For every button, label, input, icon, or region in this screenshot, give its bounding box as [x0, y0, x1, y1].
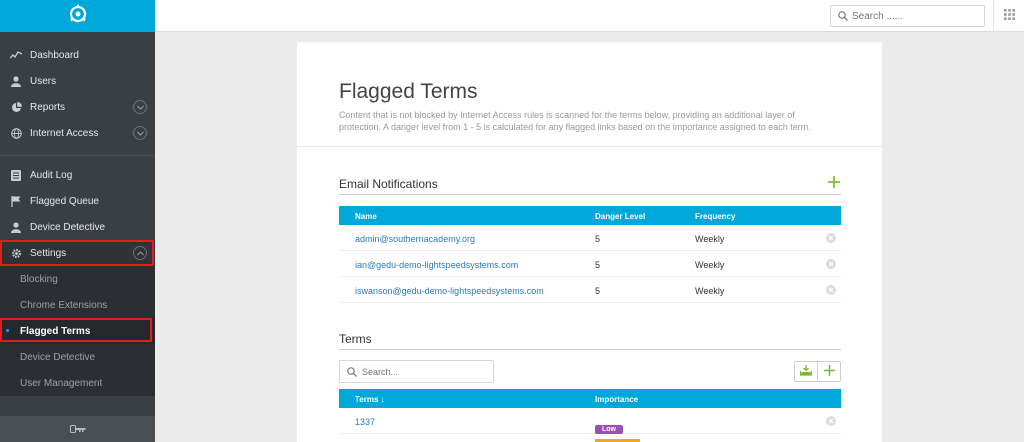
- subnav-item-user-management[interactable]: User Management: [0, 370, 155, 396]
- top-bar: [155, 0, 1024, 32]
- activity-icon: [10, 49, 22, 61]
- importance-badge: Low: [595, 425, 623, 434]
- plus-icon: [828, 175, 840, 193]
- subnav-label: Blocking: [20, 273, 58, 285]
- content-card: Flagged Terms Content that is not blocke…: [297, 42, 882, 442]
- frequency-value: Weekly: [695, 234, 725, 244]
- remove-icon[interactable]: [826, 233, 836, 243]
- settings-highlight-box: [0, 240, 154, 266]
- add-term-button[interactable]: [817, 362, 840, 381]
- subnav-item-chrome-extensions[interactable]: Chrome Extensions: [0, 292, 155, 318]
- column-header-terms[interactable]: Terms ↓: [355, 395, 385, 404]
- subnav-label: User Management: [20, 377, 103, 389]
- danger-level-value: 5: [595, 234, 601, 244]
- global-search-input[interactable]: [852, 10, 977, 22]
- nav-label: Dashboard: [30, 49, 79, 61]
- remove-icon[interactable]: [826, 259, 836, 269]
- danger-level-value: 5: [595, 286, 601, 296]
- nav-item-users[interactable]: Users: [0, 68, 155, 94]
- column-header-importance[interactable]: Importance: [595, 395, 638, 404]
- page-description: Content that is not blocked by Internet …: [339, 110, 811, 132]
- nav-item-flagged-queue[interactable]: Flagged Queue: [0, 188, 155, 214]
- nav-label: Internet Access: [30, 127, 99, 139]
- search-icon: [347, 366, 357, 377]
- nav-label: Audit Log: [30, 169, 73, 181]
- user-icon: [10, 75, 22, 87]
- nav-label: Flagged Queue: [30, 195, 99, 207]
- column-header-danger-level[interactable]: Danger Level: [595, 212, 645, 221]
- apps-menu-button[interactable]: [993, 0, 1024, 32]
- user-icon: [10, 221, 22, 233]
- email-table-header: Name Danger Level Frequency: [339, 206, 841, 225]
- import-button[interactable]: [795, 362, 817, 381]
- brand-bar: [0, 0, 155, 32]
- globe-icon: [10, 127, 22, 139]
- nav-item-audit-log[interactable]: Audit Log: [0, 162, 155, 188]
- pie-chart-icon: [10, 101, 22, 113]
- sidebar: Dashboard Users Reports Internet Access: [0, 0, 155, 442]
- term-link[interactable]: 1337: [355, 417, 375, 427]
- subnav-item-blocking[interactable]: Blocking: [0, 266, 155, 292]
- column-header-frequency[interactable]: Frequency: [695, 212, 735, 221]
- page-title: Flagged Terms: [339, 80, 478, 103]
- global-search[interactable]: [830, 5, 985, 27]
- email-link[interactable]: admin@southernacademy.org: [355, 234, 475, 244]
- danger-level-value: 5: [595, 260, 601, 270]
- nav-label: Device Detective: [30, 221, 106, 233]
- section-rule: [339, 194, 841, 195]
- remove-icon[interactable]: [826, 416, 836, 426]
- subnav-label: Device Detective: [20, 351, 96, 363]
- download-tray-icon: [800, 363, 813, 381]
- sidebar-collapse-button[interactable]: [0, 416, 155, 442]
- nav-item-device-detective[interactable]: Device Detective: [0, 214, 155, 240]
- nav-label: Reports: [30, 101, 66, 113]
- chevron-down-icon[interactable]: [133, 126, 147, 140]
- add-email-button[interactable]: [827, 175, 841, 193]
- subnav-label: Chrome Extensions: [20, 299, 108, 311]
- flag-icon: [10, 195, 22, 207]
- terms-table-header: Terms ↓ Importance: [339, 389, 841, 408]
- email-notifications-title: Email Notifications: [339, 177, 438, 191]
- nav-item-internet-access[interactable]: Internet Access: [0, 120, 155, 146]
- search-icon: [838, 11, 848, 21]
- email-link[interactable]: ian@gedu-demo-lightspeedsystems.com: [355, 260, 518, 270]
- section-rule: [339, 349, 841, 350]
- flagged-terms-highlight-box: [0, 318, 152, 342]
- table-row: iswanson@gedu-demo-lightspeedsystems.com…: [339, 277, 841, 303]
- frequency-value: Weekly: [695, 286, 725, 296]
- email-link[interactable]: iswanson@gedu-demo-lightspeedsystems.com: [355, 286, 544, 296]
- table-row: 1337 Low: [339, 408, 841, 434]
- logo-icon[interactable]: [67, 3, 89, 30]
- frequency-value: Weekly: [695, 260, 725, 270]
- table-row: admin@southernacademy.org 5 Weekly: [339, 225, 841, 251]
- nav-item-reports[interactable]: Reports: [0, 94, 155, 120]
- header-divider: [297, 146, 882, 147]
- table-row: ian@gedu-demo-lightspeedsystems.com 5 We…: [339, 251, 841, 277]
- nav-label: Users: [30, 75, 57, 87]
- key-icon: [69, 420, 86, 438]
- column-header-name[interactable]: Name: [355, 212, 377, 221]
- nav-item-dashboard[interactable]: Dashboard: [0, 42, 155, 68]
- chevron-down-icon[interactable]: [133, 100, 147, 114]
- plus-icon: [823, 363, 835, 381]
- grid-icon: [1003, 7, 1015, 25]
- terms-actions: [794, 361, 841, 382]
- terms-search[interactable]: [339, 360, 494, 383]
- nav-divider: [0, 155, 155, 156]
- remove-icon[interactable]: [826, 285, 836, 295]
- terms-search-input[interactable]: [362, 366, 487, 377]
- subnav-item-device-detective[interactable]: Device Detective: [0, 344, 155, 370]
- terms-title: Terms: [339, 332, 372, 346]
- list-icon: [10, 169, 22, 181]
